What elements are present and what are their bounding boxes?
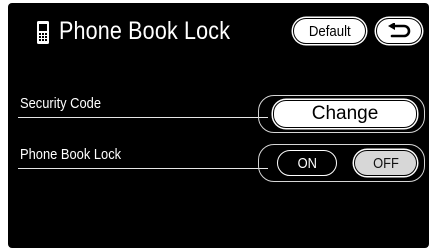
page-title: Phone Book Lock [59, 17, 231, 45]
phone-icon [37, 21, 49, 44]
on-button[interactable]: ON [277, 150, 337, 176]
change-button[interactable]: Change [273, 100, 417, 128]
back-arrow-icon [388, 23, 411, 38]
back-button[interactable] [376, 18, 422, 44]
security-code-divider [18, 117, 268, 118]
change-button-label: Change [311, 103, 379, 124]
on-button-label: ON [297, 154, 317, 172]
phone-book-lock-label: Phone Book Lock [20, 146, 122, 163]
default-button-label: Default [308, 22, 351, 40]
default-button[interactable]: Default [293, 18, 366, 44]
phone-book-lock-screen: Phone Book Lock Default Security Code Ch… [8, 3, 429, 248]
off-button[interactable]: OFF [354, 150, 417, 176]
off-button-label: OFF [372, 154, 399, 172]
phone-book-lock-divider [18, 168, 268, 169]
security-code-label: Security Code [20, 95, 102, 112]
